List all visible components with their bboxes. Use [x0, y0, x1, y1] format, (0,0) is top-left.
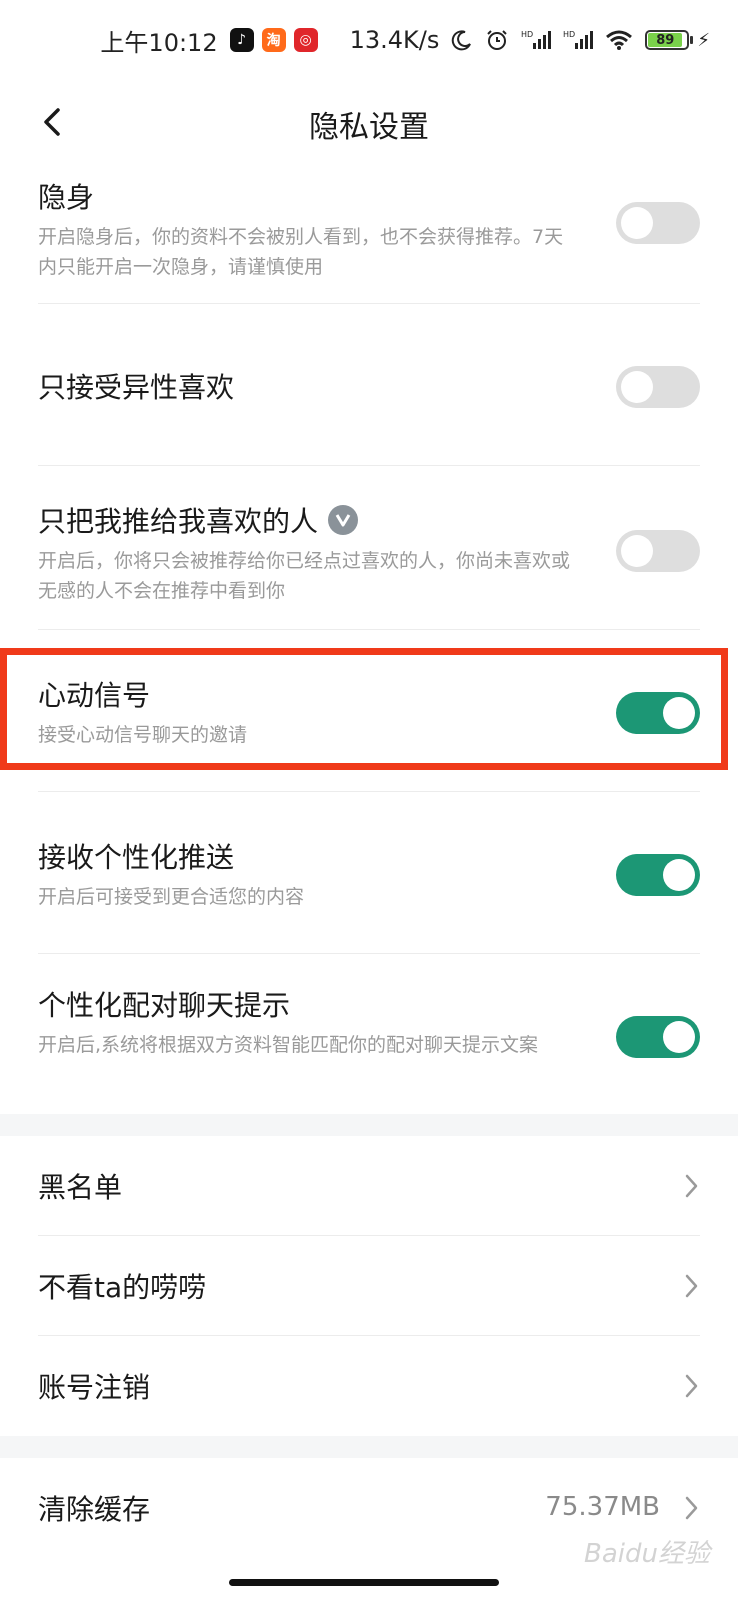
- setting-row-heartbeat-signal: 心动信号 接受心动信号聊天的邀请: [0, 630, 738, 792]
- link-title: 清除缓存: [38, 1493, 151, 1526]
- wifi-icon: [605, 29, 633, 51]
- setting-title: 只把我推给我喜欢的人: [38, 505, 319, 538]
- toggle-opposite-gender[interactable]: [616, 366, 700, 408]
- charging-icon: ⚡: [697, 29, 710, 51]
- svg-text:HD: HD: [521, 30, 533, 39]
- setting-desc: 接受心动信号聊天的邀请: [38, 724, 248, 746]
- cache-size: 75.37MB: [545, 1492, 660, 1522]
- toggle-push-to-liked[interactable]: [616, 530, 700, 572]
- alarm-icon: [485, 28, 509, 52]
- setting-desc: 开启后，你将只会被推荐给你已经点过喜欢的人，你尚未喜欢或无感的人不会在推荐中看到…: [38, 550, 571, 602]
- setting-row-personalized-push: 接收个性化推送 开启后可接受到更合适您的内容: [0, 792, 738, 954]
- home-indicator[interactable]: [229, 1579, 499, 1586]
- network-speed: 13.4K/s: [349, 26, 440, 54]
- link-row-hide-posts[interactable]: 不看ta的唠唠: [0, 1236, 738, 1336]
- setting-title: 心动信号: [38, 679, 151, 712]
- battery-level: 89: [648, 33, 683, 48]
- netease-music-icon: ◎: [293, 28, 318, 52]
- setting-title: 接收个性化推送: [38, 841, 235, 874]
- moon-icon: [451, 29, 473, 51]
- status-time: 上午10:12: [100, 28, 218, 57]
- setting-title: 只接受异性喜欢: [38, 371, 235, 404]
- setting-row-push-to-liked: 只把我推给我喜欢的人 开启后，你将只会被推荐给你已经点过喜欢的人，你尚未喜欢或无…: [0, 466, 738, 630]
- toggle-personalized-push[interactable]: [616, 854, 700, 896]
- setting-row-opposite-gender: 只接受异性喜欢: [0, 304, 738, 466]
- chevron-right-icon: [685, 1374, 698, 1398]
- signal-icon-2: HD: [563, 29, 594, 51]
- chevron-right-icon: [685, 1174, 698, 1198]
- chevron-right-icon: [685, 1496, 698, 1520]
- status-bar: 上午10:12 ♪ 淘 ◎ 13.4K/s HD HD 89 ⚡: [0, 0, 738, 80]
- setting-title: 个性化配对聊天提示: [38, 989, 291, 1022]
- section-divider: [0, 1114, 738, 1136]
- setting-row-match-chat-tips: 个性化配对聊天提示 开启后,系统将根据双方资料智能匹配你的配对聊天提示文案: [0, 954, 738, 1114]
- vip-icon: [328, 505, 359, 535]
- battery-icon: 89 ⚡: [645, 30, 710, 51]
- watermark: Baidu经验: [584, 1539, 710, 1569]
- toggle-invisible[interactable]: [616, 202, 700, 244]
- chevron-right-icon: [685, 1274, 698, 1298]
- signal-icon: HD: [521, 29, 552, 51]
- link-row-blacklist[interactable]: 黑名单: [0, 1136, 738, 1236]
- link-title: 黑名单: [38, 1171, 123, 1204]
- link-row-delete-account[interactable]: 账号注销: [0, 1336, 738, 1436]
- setting-desc: 开启隐身后，你的资料不会被别人看到，也不会获得推荐。7天内只能开启一次隐身，请谨…: [38, 226, 564, 278]
- taobao-icon: 淘: [261, 28, 286, 52]
- link-title: 不看ta的唠唠: [38, 1271, 207, 1304]
- settings-list: 隐身 开启隐身后，你的资料不会被别人看到，也不会获得推荐。7天内只能开启一次隐身…: [0, 158, 738, 1558]
- toggle-heartbeat-signal[interactable]: [616, 692, 700, 734]
- link-title: 账号注销: [38, 1371, 151, 1404]
- setting-row-invisible: 隐身 开启隐身后，你的资料不会被别人看到，也不会获得推荐。7天内只能开启一次隐身…: [0, 158, 738, 304]
- section-divider: [0, 1436, 738, 1458]
- setting-title: 隐身: [38, 181, 95, 214]
- tiktok-icon: ♪: [229, 28, 254, 52]
- privacy-settings-page: 上午10:12 ♪ 淘 ◎ 13.4K/s HD HD 89 ⚡ 隐私设置 隐身…: [0, 0, 738, 1600]
- svg-text:HD: HD: [563, 30, 575, 39]
- toggle-match-chat-tips[interactable]: [616, 1016, 700, 1058]
- setting-desc: 开启后,系统将根据双方资料智能匹配你的配对聊天提示文案: [38, 1034, 539, 1056]
- page-title: 隐私设置: [309, 110, 429, 145]
- setting-desc: 开启后可接受到更合适您的内容: [38, 886, 305, 908]
